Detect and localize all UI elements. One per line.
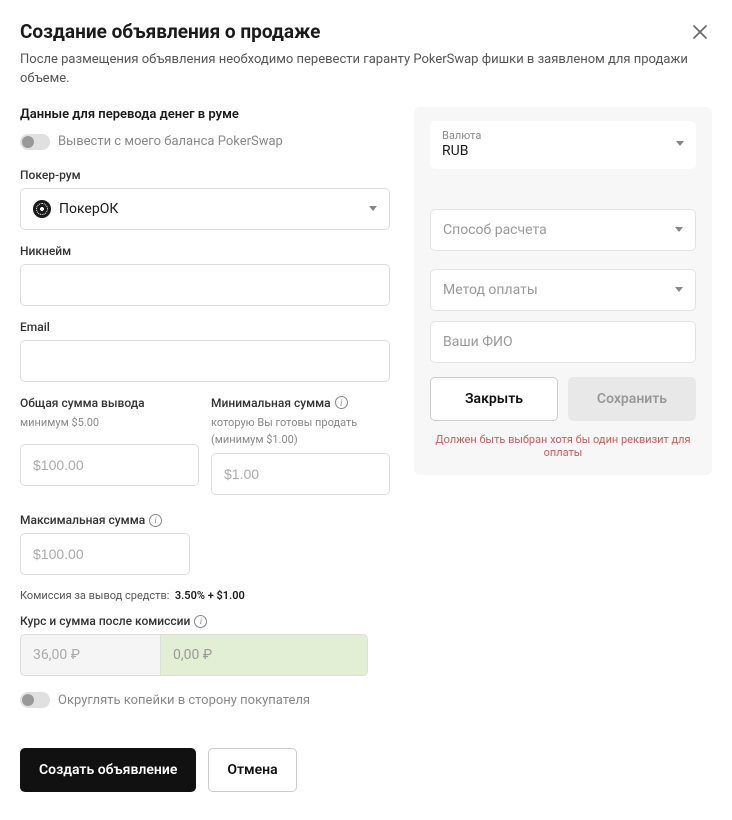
chevron-down-icon: [675, 227, 683, 232]
close-button[interactable]: Закрыть: [430, 377, 558, 421]
rate-label: Курс и сумма после комиссии i: [20, 614, 390, 628]
min-sum-sublabel-2: (минимум $1.00): [211, 433, 390, 448]
toggle-knob: [22, 136, 34, 148]
withdraw-balance-toggle-label: Вывести с моего баланса PokerSwap: [58, 134, 283, 149]
info-icon[interactable]: i: [194, 615, 207, 628]
calc-method-placeholder: Способ расчета: [443, 222, 547, 238]
close-icon[interactable]: [688, 20, 712, 44]
chevron-down-icon: [676, 141, 684, 146]
withdraw-balance-toggle[interactable]: [20, 134, 50, 150]
poker-room-field: Покер-рум ПокерОК: [20, 168, 390, 230]
modal-title: Создание объявления о продаже: [20, 20, 712, 43]
fio-placeholder: Ваши ФИО: [443, 334, 513, 350]
min-sum-field: Минимальная сумма i которую Вы готовы пр…: [211, 396, 390, 496]
min-sum-sublabel-1: которую Вы готовы продать: [211, 416, 390, 431]
email-input[interactable]: [20, 340, 390, 382]
save-button: Сохранить: [568, 377, 696, 421]
email-field: Email: [20, 320, 390, 382]
currency-label: Валюта: [442, 129, 481, 142]
max-sum-field: Максимальная сумма i: [20, 513, 390, 575]
rate-input[interactable]: 36,00 ₽: [20, 634, 160, 676]
right-buttons: Закрыть Сохранить: [430, 377, 696, 421]
poker-room-label: Покер-рум: [20, 168, 390, 182]
total-sum-sublabel: минимум $5.00: [20, 416, 199, 431]
section-heading: Данные для перевода денег в руме: [20, 107, 390, 122]
pokerok-icon: [33, 200, 51, 218]
payment-method-placeholder: Метод оплаты: [443, 282, 538, 298]
round-kopecks-toggle[interactable]: [20, 692, 50, 708]
max-sum-input[interactable]: [20, 533, 190, 575]
poker-room-select[interactable]: ПокерОК: [20, 188, 390, 230]
toggle-knob: [22, 694, 34, 706]
chevron-down-icon: [369, 206, 377, 211]
right-panel: Валюта RUB Способ расчета Метод оплаты В…: [414, 107, 712, 475]
error-message: Должен быть выбран хотя бы один реквизит…: [430, 433, 696, 459]
rate-result: 0,00 ₽: [160, 634, 368, 676]
cancel-button[interactable]: Отмена: [208, 748, 296, 792]
info-icon[interactable]: i: [335, 396, 348, 409]
commission-value: 3.50% + $1.00: [175, 589, 245, 602]
payment-method-select[interactable]: Метод оплаты: [430, 269, 696, 311]
email-label: Email: [20, 320, 390, 334]
total-sum-input[interactable]: [20, 444, 199, 486]
nickname-label: Никнейм: [20, 244, 390, 258]
min-sum-label: Минимальная сумма i: [211, 396, 390, 410]
modal-subtitle: После размещения объявления необходимо п…: [20, 51, 712, 89]
left-column: Данные для перевода денег в руме Вывести…: [20, 107, 390, 793]
create-listing-button[interactable]: Создать объявление: [20, 748, 196, 792]
nickname-field: Никнейм: [20, 244, 390, 306]
info-icon[interactable]: i: [149, 514, 162, 527]
poker-room-value: ПокерОК: [59, 201, 118, 217]
round-kopecks-toggle-row: Округлять копейки в сторону покупателя: [20, 692, 390, 708]
currency-value: RUB: [442, 143, 481, 159]
modal-header: Создание объявления о продаже После разм…: [20, 20, 712, 89]
rate-row: 36,00 ₽ 0,00 ₽: [20, 634, 368, 676]
total-sum-label: Общая сумма вывода: [20, 396, 199, 410]
total-sum-field: Общая сумма вывода минимум $5.00: [20, 396, 199, 486]
nickname-input[interactable]: [20, 264, 390, 306]
currency-select[interactable]: Валюта RUB: [430, 121, 696, 169]
min-sum-input[interactable]: [211, 453, 390, 495]
fio-input[interactable]: Ваши ФИО: [430, 321, 696, 363]
commission-line: Комиссия за вывод средств: 3.50% + $1.00: [20, 589, 390, 602]
round-kopecks-toggle-label: Округлять копейки в сторону покупателя: [58, 693, 310, 708]
calc-method-select[interactable]: Способ расчета: [430, 209, 696, 251]
withdraw-balance-toggle-row: Вывести с моего баланса PokerSwap: [20, 134, 390, 150]
chevron-down-icon: [675, 287, 683, 292]
max-sum-label: Максимальная сумма i: [20, 513, 390, 527]
action-buttons: Создать объявление Отмена: [20, 748, 390, 792]
